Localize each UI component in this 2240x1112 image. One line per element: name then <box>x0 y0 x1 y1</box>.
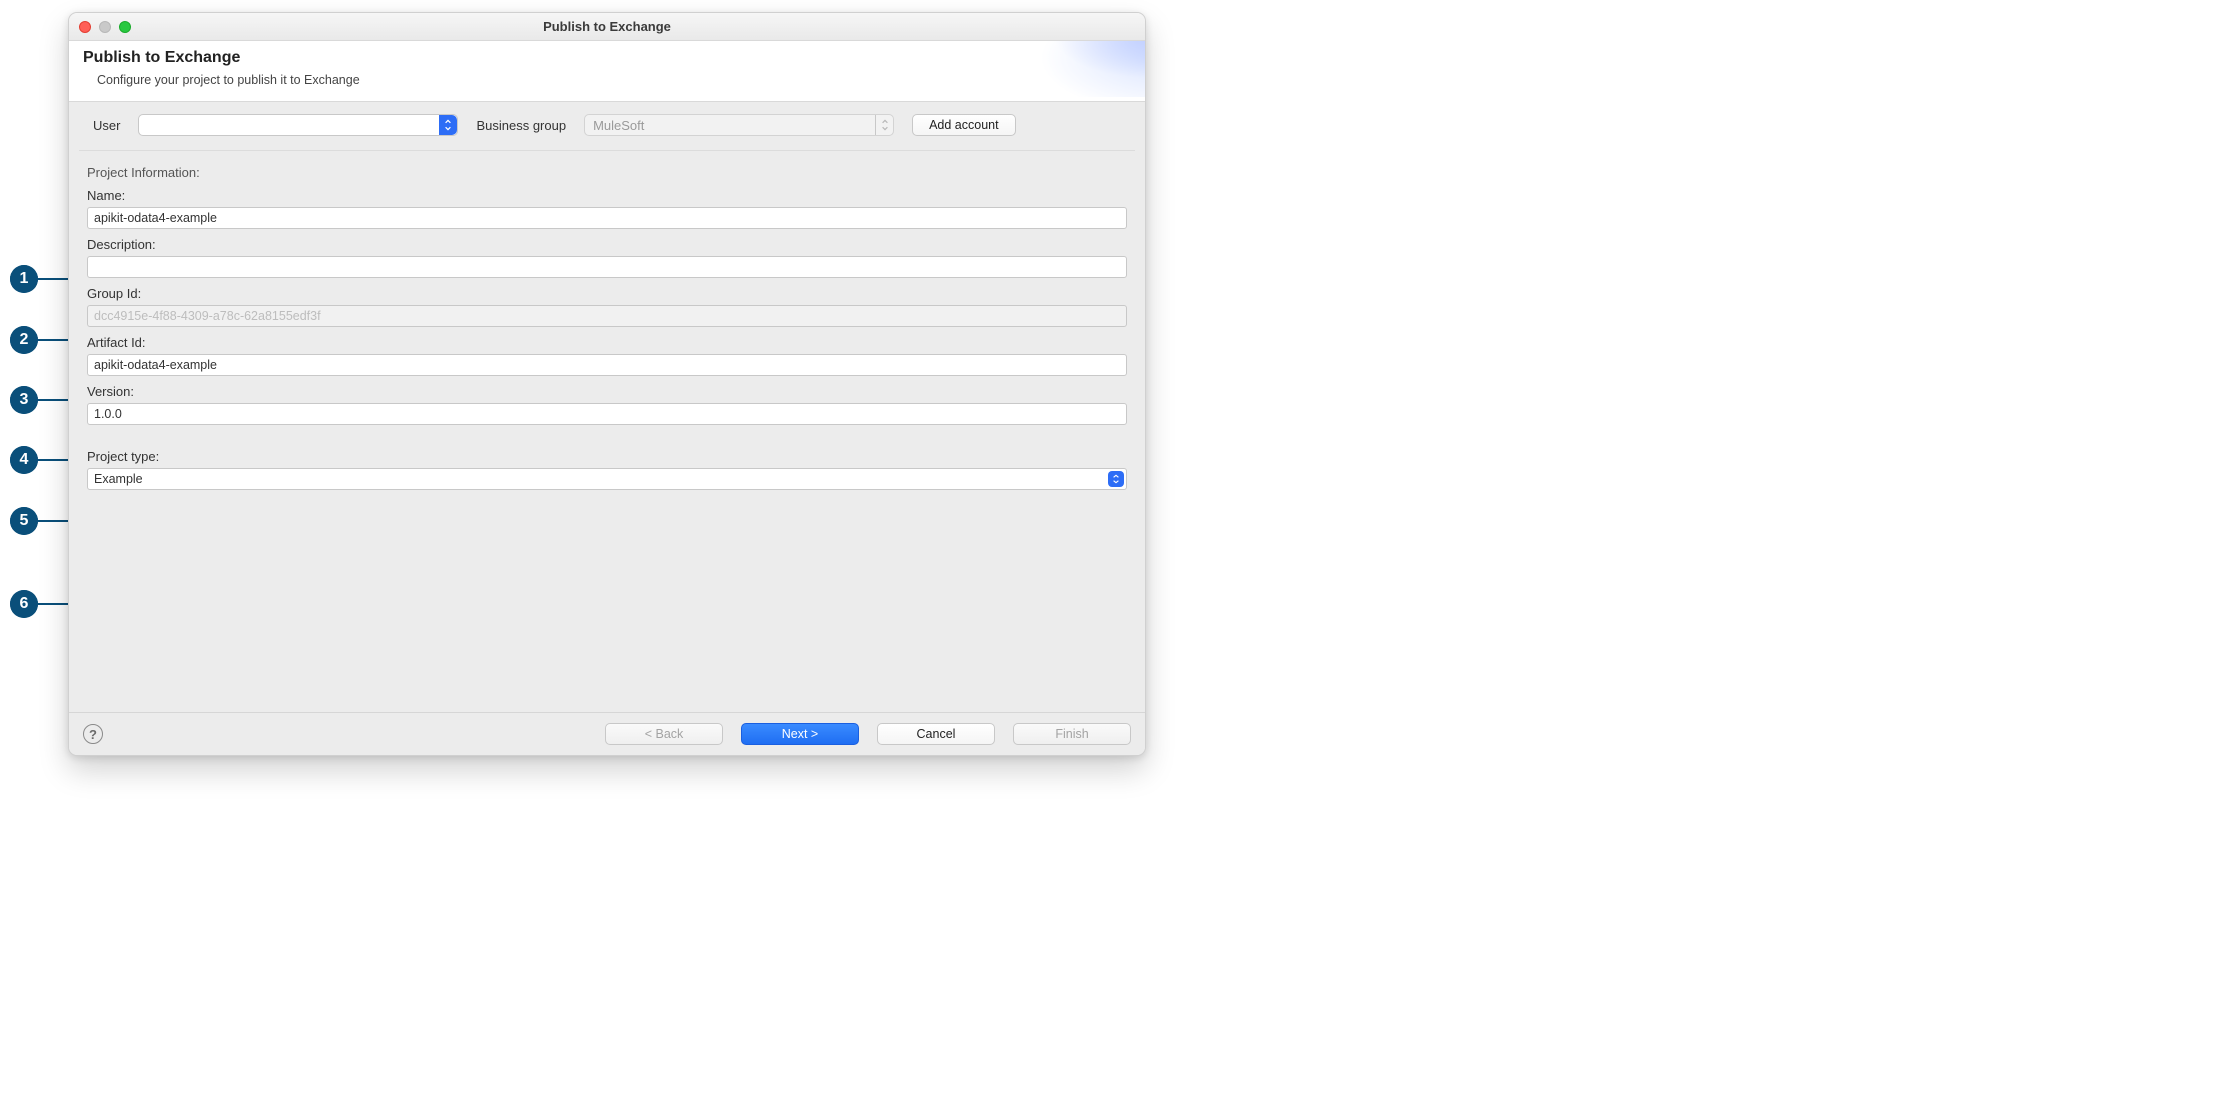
project-type-select[interactable] <box>87 468 1127 490</box>
group-id-input <box>87 305 1127 327</box>
project-info-form: Project Information: Name: Description: … <box>69 151 1145 490</box>
business-group-select: MuleSoft <box>584 114 894 136</box>
description-label: Description: <box>87 237 1127 252</box>
artifact-id-label: Artifact Id: <box>87 335 1127 350</box>
finish-button: Finish <box>1013 723 1131 745</box>
callout-6: 6 <box>10 590 38 618</box>
business-group-value: MuleSoft <box>593 118 644 133</box>
group-id-label: Group Id: <box>87 286 1127 301</box>
chevron-updown-icon <box>439 115 457 135</box>
titlebar: Publish to Exchange <box>69 13 1145 41</box>
dialog-window: Publish to Exchange Publish to Exchange … <box>68 12 1146 756</box>
callout-5: 5 <box>10 507 38 535</box>
section-label: Project Information: <box>87 165 1127 180</box>
chevron-updown-icon <box>1108 471 1124 487</box>
name-label: Name: <box>87 188 1127 203</box>
callout-1: 1 <box>10 265 38 293</box>
cancel-button[interactable]: Cancel <box>877 723 995 745</box>
window-title: Publish to Exchange <box>69 19 1145 34</box>
back-button: < Back <box>605 723 723 745</box>
add-account-button[interactable]: Add account <box>912 114 1016 136</box>
header-decoration <box>925 41 1145 97</box>
user-select[interactable] <box>138 114 458 136</box>
project-type-label: Project type: <box>87 449 1127 464</box>
dialog-footer: ? < Back Next > Cancel Finish <box>69 712 1145 755</box>
description-input[interactable] <box>87 256 1127 278</box>
dialog-header: Publish to Exchange Configure your proje… <box>69 41 1145 102</box>
chevron-updown-icon <box>875 115 893 135</box>
callout-2: 2 <box>10 326 38 354</box>
version-label: Version: <box>87 384 1127 399</box>
artifact-id-input[interactable] <box>87 354 1127 376</box>
user-label: User <box>93 118 120 133</box>
name-input[interactable] <box>87 207 1127 229</box>
account-bar: User Business group MuleSoft Add account <box>79 102 1135 151</box>
callout-4: 4 <box>10 446 38 474</box>
project-type-value[interactable] <box>87 468 1127 490</box>
next-button[interactable]: Next > <box>741 723 859 745</box>
version-input[interactable] <box>87 403 1127 425</box>
business-group-label: Business group <box>476 118 566 133</box>
help-icon[interactable]: ? <box>83 724 103 744</box>
callout-3: 3 <box>10 386 38 414</box>
